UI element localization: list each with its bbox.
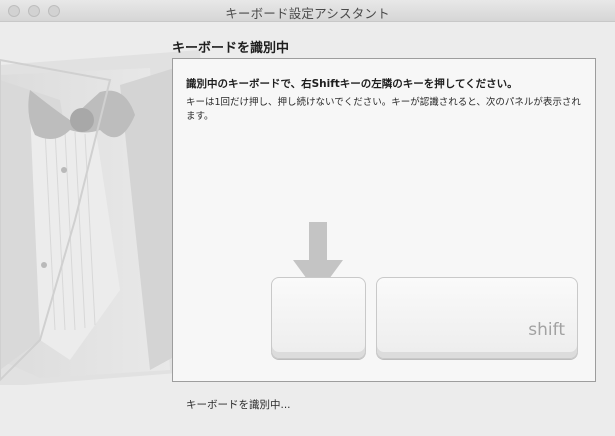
description-text: キーは1回だけ押し、押し続けないでください。キーが認識されると、次のパネルが表示… [186,97,581,122]
status-text: キーボードを識別中... [186,399,291,411]
window-title: キーボード設定アシスタント [225,6,390,21]
title-bar: キーボード設定アシスタント [0,0,615,22]
page-heading: キーボードを識別中 [172,41,290,56]
instruction-text: 識別中のキーボードで、右Shiftキーの左隣のキーを押してください。 [186,78,518,90]
keyboard-setup-window: キーボード設定アシスタント キーボードを識別中 識別中のキーボードで、右Shif [0,0,615,436]
shift-key: shift [376,277,578,359]
target-key [271,277,366,359]
shift-key-label: shift [528,320,565,340]
